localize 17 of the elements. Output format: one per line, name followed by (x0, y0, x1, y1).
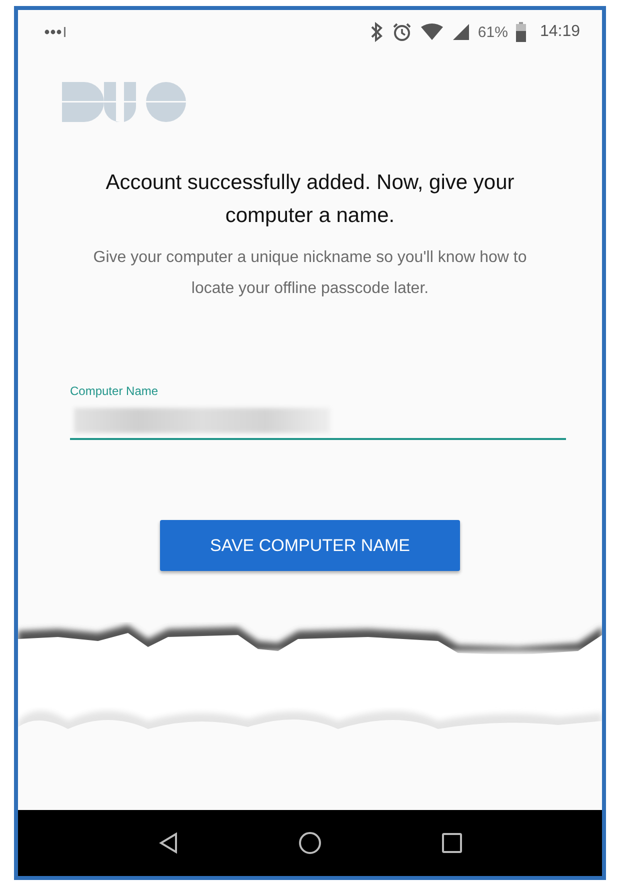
signal-icon (452, 23, 470, 41)
home-icon[interactable] (298, 831, 322, 855)
battery-percentage: 61% (478, 24, 508, 40)
computer-name-field[interactable]: Computer Name (70, 384, 566, 440)
description: Give your computer a unique nickname so you'll know how to locate your offline passcode later. (92, 248, 528, 299)
alarm-clock-icon (392, 22, 412, 42)
recent-apps-icon[interactable] (442, 833, 462, 853)
notification-dots-icon (44, 26, 68, 38)
bluetooth-icon (370, 22, 384, 42)
back-icon[interactable] (158, 832, 178, 854)
clock-time: 14:19 (540, 23, 580, 41)
battery-icon (516, 22, 526, 42)
heading: Account successfully added. Now, give your computer a name. (104, 170, 516, 229)
field-label: Computer Name (70, 384, 160, 398)
wifi-icon (420, 23, 444, 41)
logo-icon (62, 82, 186, 122)
save-button[interactable]: SAVE COMPUTER NAME (160, 520, 460, 571)
